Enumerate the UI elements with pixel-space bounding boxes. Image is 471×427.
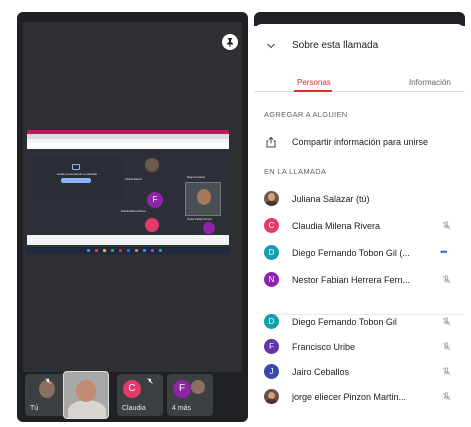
panel-title: Sobre esta llamada bbox=[292, 40, 379, 51]
participant-name: Diego Fernando Tobon Gil bbox=[292, 317, 397, 327]
participant-row[interactable]: jorge eliecer Pinzon Martin... bbox=[254, 387, 465, 407]
panel-header: Sobre esta llamada bbox=[254, 34, 465, 56]
share-join-info-button[interactable]: Compartir información para unirse bbox=[254, 132, 465, 152]
avatar bbox=[264, 389, 279, 404]
pin-button[interactable] bbox=[222, 34, 238, 50]
shared-thumb-juliana bbox=[145, 158, 159, 172]
video-call-screen: Estás presentando tu pantalla Juliana Sa… bbox=[17, 12, 248, 422]
mic-off-icon bbox=[442, 392, 451, 401]
shared-bottom-bar bbox=[27, 235, 229, 245]
shared-camera-feed bbox=[185, 182, 221, 216]
about-call-panel: Sobre esta llamada Personas Información … bbox=[254, 12, 465, 422]
chevron-down-icon[interactable] bbox=[266, 42, 276, 50]
participant-row[interactable]: D Diego Fernando Tobon Gil bbox=[254, 312, 465, 332]
section-add-someone: AGREGAR A ALGUIEN bbox=[264, 110, 348, 119]
pin-icon bbox=[227, 38, 233, 47]
avatar: C bbox=[264, 218, 279, 233]
mic-off-icon bbox=[442, 275, 451, 284]
tile-label: Claudia bbox=[122, 405, 146, 412]
shared-thumb-n bbox=[203, 222, 215, 234]
participant-row[interactable]: Juliana Salazar (tú) bbox=[254, 189, 465, 209]
mic-off-icon bbox=[45, 378, 51, 384]
shared-thumb-f: F bbox=[147, 192, 163, 208]
shared-screen-content: Estás presentando tu pantalla Juliana Sa… bbox=[27, 130, 229, 254]
shared-presenting-box: Estás presentando tu pantalla bbox=[31, 158, 123, 200]
participant-name: Jairo Ceballos bbox=[292, 367, 350, 377]
self-video-tile[interactable] bbox=[63, 371, 109, 419]
avatar: F bbox=[173, 380, 191, 398]
mic-off-icon bbox=[442, 317, 451, 326]
mic-off-icon bbox=[147, 378, 153, 384]
tile-claudia[interactable]: C Claudia bbox=[117, 374, 163, 416]
mic-off-icon bbox=[442, 367, 451, 376]
tile-more-participants[interactable]: F 4 más bbox=[167, 374, 213, 416]
participant-row[interactable]: J Jairo Ceballos bbox=[254, 362, 465, 382]
avatar bbox=[264, 191, 279, 206]
avatar: D bbox=[264, 245, 279, 260]
tab-people[interactable]: Personas bbox=[297, 78, 331, 87]
shared-thumb-label: Juliana Salazar bbox=[125, 178, 143, 181]
participant-row[interactable]: F Francisco Uribe bbox=[254, 337, 465, 357]
tile-label: 4 más bbox=[172, 405, 192, 412]
mic-off-icon bbox=[442, 342, 451, 351]
participant-row[interactable]: D Diego Fernando Tobon Gil (... ••• bbox=[254, 243, 465, 263]
participant-row[interactable]: C Claudia Milena Rivera bbox=[254, 216, 465, 236]
participant-name: Francisco Uribe bbox=[292, 342, 356, 352]
present-text: Estás presentando tu pantalla bbox=[57, 172, 97, 176]
shared-thumb-c bbox=[145, 218, 159, 232]
panel-tabs: Personas Información bbox=[254, 70, 465, 92]
share-join-info-label: Compartir información para unirse bbox=[292, 137, 429, 147]
shared-thumb-label: Nestor Fabian Herrera bbox=[187, 218, 212, 221]
participant-row[interactable]: N Nestor Fabian Herrera Fern... bbox=[254, 270, 465, 290]
avatar: F bbox=[264, 339, 279, 354]
active-tab-indicator bbox=[294, 90, 332, 92]
participant-name: Nestor Fabian Herrera Fern... bbox=[292, 275, 411, 285]
participant-name: jorge eliecer Pinzon Martin... bbox=[292, 392, 407, 402]
participant-strip: Tú C Claudia F 4 más bbox=[23, 371, 242, 419]
participant-name: Claudia Milena Rivera bbox=[292, 221, 381, 231]
participant-name: Diego Fernando Tobon Gil (... bbox=[292, 248, 410, 258]
avatar: J bbox=[264, 364, 279, 379]
share-icon bbox=[266, 136, 276, 148]
tab-info[interactable]: Información bbox=[409, 78, 451, 87]
stop-presenting-button bbox=[61, 178, 91, 183]
shared-thumb-label: Diego Fernando bbox=[187, 176, 205, 179]
mic-off-icon bbox=[442, 221, 451, 230]
avatar: D bbox=[264, 314, 279, 329]
tile-label: Tú bbox=[30, 405, 39, 412]
participant-name: Juliana Salazar (tú) bbox=[292, 194, 370, 204]
more-options-icon[interactable]: ••• bbox=[440, 247, 448, 257]
avatar: C bbox=[123, 380, 141, 398]
shared-taskbar bbox=[27, 247, 229, 254]
shared-thumb-label: Claudia Milena Rivera bbox=[121, 210, 146, 213]
avatar: N bbox=[264, 272, 279, 287]
present-screen-icon bbox=[72, 164, 80, 170]
section-in-call: EN LA LLAMADA bbox=[264, 167, 327, 176]
panel-sheet: Sobre esta llamada Personas Información … bbox=[254, 24, 465, 422]
